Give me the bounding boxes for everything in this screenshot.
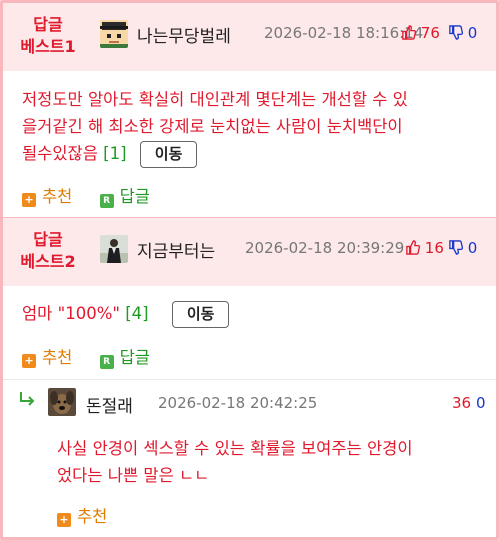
reply-arrow-icon	[18, 390, 38, 413]
thumbs-down-icon	[449, 25, 463, 40]
timestamp: 2026-02-18 20:39:29	[245, 239, 405, 257]
person-photo-icon	[100, 235, 128, 263]
best-label: 답글 베스트2	[20, 230, 76, 271]
reply-button[interactable]: R 답글	[99, 187, 150, 208]
move-button[interactable]: 이동	[139, 141, 198, 168]
timestamp: 2026-02-18 18:16:14	[264, 24, 424, 42]
nickname[interactable]: 지금부터는	[137, 237, 215, 262]
upvote-count[interactable]: 16	[405, 239, 444, 257]
reply-r-icon: R	[99, 194, 114, 208]
best-label: 답글 베스트1	[20, 15, 76, 56]
reply-count: [4]	[125, 304, 149, 323]
timestamp: 2026-02-18 20:42:25	[158, 394, 318, 412]
reply-r-icon: R	[99, 355, 114, 369]
nickname[interactable]: 돈절래	[86, 392, 133, 417]
plus-icon: +	[22, 354, 36, 368]
divider	[3, 379, 496, 380]
recommend-button[interactable]: + 추천	[57, 507, 107, 527]
comment-body: 저정도만 알아도 확실히 대인관계 몇단계는 개선할 수 있 을거같긴 해 최소…	[22, 86, 487, 168]
dog-photo-icon	[48, 388, 76, 416]
upvote-count[interactable]: 76	[401, 24, 440, 42]
thumbs-up-icon	[406, 240, 420, 255]
avatar[interactable]	[48, 388, 76, 416]
comment-actions: + 추천 R 답글	[22, 344, 150, 369]
pixel-avatar-icon	[100, 20, 128, 48]
recommend-button[interactable]: + 추천	[22, 348, 72, 368]
reply-button[interactable]: R 답글	[99, 348, 150, 369]
best-comment-header: 답글 베스트2 지금부터는 2026-02-18 20:39:29 16 0	[3, 218, 496, 286]
reply-count: [1]	[103, 144, 127, 163]
nickname[interactable]: 나는무당벌레	[137, 22, 231, 47]
comment-body: 엄마 "100%" [4] 이동	[22, 300, 487, 328]
best-comment-header: 답글 베스트1 나는무당벌레 2026-02-18 18:16:14 76 0	[3, 3, 496, 71]
upvote-count[interactable]: 36	[452, 394, 471, 412]
plus-icon: +	[57, 513, 71, 527]
downvote-count[interactable]: 0	[476, 394, 486, 412]
recommend-button[interactable]: + 추천	[22, 187, 72, 207]
thumbs-up-icon	[402, 25, 416, 40]
comment-actions: + 추천 R 답글	[22, 183, 150, 208]
reply-actions: + 추천	[57, 503, 107, 527]
downvote-count[interactable]: 0	[448, 24, 477, 42]
reply-body: 사실 안경이 섹스할 수 있는 확률을 보여주는 안경이 었다는 나쁜 말은 ㄴ…	[57, 439, 413, 485]
downvote-count[interactable]: 0	[448, 239, 477, 257]
avatar[interactable]	[100, 20, 128, 48]
thumbs-down-icon	[449, 240, 463, 255]
avatar[interactable]	[100, 235, 128, 263]
plus-icon: +	[22, 193, 36, 207]
move-button[interactable]: 이동	[171, 301, 230, 328]
